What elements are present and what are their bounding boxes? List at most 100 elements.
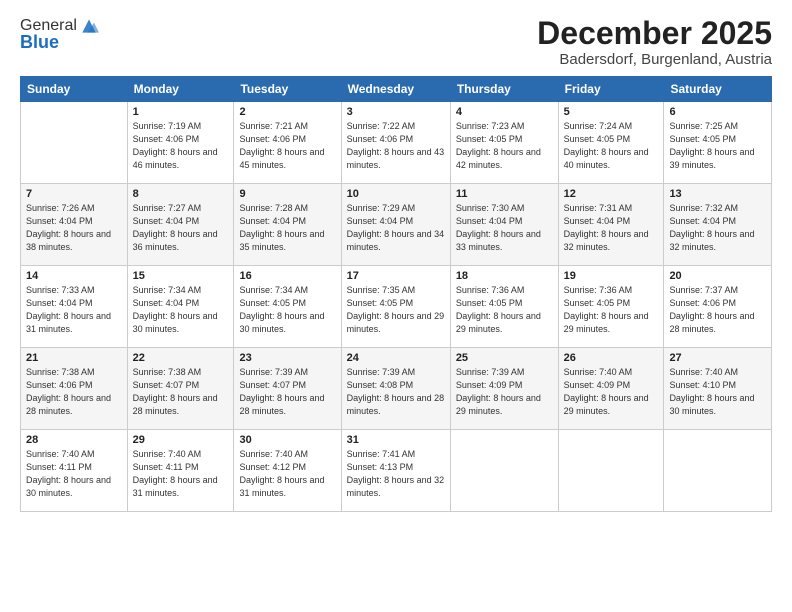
day-number: 21 [26,352,122,364]
day-number: 20 [669,270,766,282]
day-number: 11 [456,188,553,200]
day-detail: Sunrise: 7:41 AM Sunset: 4:13 PM Dayligh… [347,448,445,500]
logo-icon [79,16,99,36]
day-number: 2 [239,106,335,118]
day-number: 15 [133,270,229,282]
day-header-friday: Friday [558,77,664,102]
day-number: 28 [26,434,122,446]
day-detail: Sunrise: 7:24 AM Sunset: 4:05 PM Dayligh… [564,120,659,172]
calendar-table: SundayMondayTuesdayWednesdayThursdayFrid… [20,76,772,512]
day-cell: 7Sunrise: 7:26 AM Sunset: 4:04 PM Daylig… [21,184,128,266]
day-number: 10 [347,188,445,200]
day-cell: 18 Sunrise: 7:36 AM Sunset: 4:05 PM Dayli… [450,266,558,348]
day-header-tuesday: Tuesday [234,77,341,102]
day-cell [664,430,772,512]
day-detail: Sunrise: 7:28 AM Sunset: 4:04 PM Dayligh… [239,202,335,254]
day-detail: Sunrise: 7:39 AM Sunset: 4:07 PM Dayligh… [239,366,335,418]
day-cell: 19Sunrise: 7:36 AM Sunset: 4:05 PM Dayli… [558,266,664,348]
day-cell: 13 Sunrise: 7:32 AM Sunset: 4:04 PM Dayli… [664,184,772,266]
week-row-5: 28 Sunrise: 7:40 AM Sunset: 4:11 PM Dayli… [21,430,772,512]
title-block: December 2025 Badersdorf, Burgenland, Au… [537,16,772,68]
day-number: 25 [456,352,553,364]
day-number: 31 [347,434,445,446]
day-cell: 5 Sunrise: 7:24 AM Sunset: 4:05 PM Daylig… [558,102,664,184]
day-cell: 11 Sunrise: 7:30 AM Sunset: 4:04 PM Dayli… [450,184,558,266]
day-number: 4 [456,106,553,118]
day-cell: 30 Sunrise: 7:40 AM Sunset: 4:12 PM Dayli… [234,430,341,512]
calendar-page: General Blue December 2025 Badersdorf, B… [0,0,792,612]
day-detail: Sunrise: 7:21 AM Sunset: 4:06 PM Dayligh… [239,120,335,172]
day-cell [558,430,664,512]
day-detail: Sunrise: 7:26 AM Sunset: 4:04 PM Dayligh… [26,202,122,254]
month-title: December 2025 [537,16,772,51]
day-cell: 22 Sunrise: 7:38 AM Sunset: 4:07 PM Dayli… [127,348,234,430]
day-detail: Sunrise: 7:34 AM Sunset: 4:05 PM Dayligh… [239,284,335,336]
day-cell [21,102,128,184]
day-cell: 31 Sunrise: 7:41 AM Sunset: 4:13 PM Dayli… [341,430,450,512]
day-cell: 20Sunrise: 7:37 AM Sunset: 4:06 PM Dayli… [664,266,772,348]
week-row-1: 1 Sunrise: 7:19 AM Sunset: 4:06 PM Daylig… [21,102,772,184]
day-detail: Sunrise: 7:19 AM Sunset: 4:06 PM Dayligh… [133,120,229,172]
day-detail: Sunrise: 7:30 AM Sunset: 4:04 PM Dayligh… [456,202,553,254]
day-number: 8 [133,188,229,200]
day-cell: 26 Sunrise: 7:40 AM Sunset: 4:09 PM Dayli… [558,348,664,430]
day-number: 5 [564,106,659,118]
day-cell: 25 Sunrise: 7:39 AM Sunset: 4:09 PM Dayli… [450,348,558,430]
day-number: 14 [26,270,122,282]
day-detail: Sunrise: 7:31 AM Sunset: 4:04 PM Dayligh… [564,202,659,254]
day-header-saturday: Saturday [664,77,772,102]
location: Badersdorf, Burgenland, Austria [537,51,772,68]
day-cell: 14 Sunrise: 7:33 AM Sunset: 4:04 PM Dayli… [21,266,128,348]
day-cell: 10Sunrise: 7:29 AM Sunset: 4:04 PM Dayli… [341,184,450,266]
day-header-monday: Monday [127,77,234,102]
day-cell: 3Sunrise: 7:22 AM Sunset: 4:06 PM Daylig… [341,102,450,184]
day-detail: Sunrise: 7:39 AM Sunset: 4:09 PM Dayligh… [456,366,553,418]
day-detail: Sunrise: 7:35 AM Sunset: 4:05 PM Dayligh… [347,284,445,336]
day-number: 22 [133,352,229,364]
day-cell: 29 Sunrise: 7:40 AM Sunset: 4:11 PM Dayli… [127,430,234,512]
day-cell: 15Sunrise: 7:34 AM Sunset: 4:04 PM Dayli… [127,266,234,348]
day-detail: Sunrise: 7:40 AM Sunset: 4:10 PM Dayligh… [669,366,766,418]
day-detail: Sunrise: 7:23 AM Sunset: 4:05 PM Dayligh… [456,120,553,172]
day-header-sunday: Sunday [21,77,128,102]
day-number: 17 [347,270,445,282]
day-cell [450,430,558,512]
day-number: 18 [456,270,553,282]
day-cell: 9 Sunrise: 7:28 AM Sunset: 4:04 PM Daylig… [234,184,341,266]
day-cell: 28 Sunrise: 7:40 AM Sunset: 4:11 PM Dayli… [21,430,128,512]
day-detail: Sunrise: 7:40 AM Sunset: 4:11 PM Dayligh… [26,448,122,500]
day-cell: 17 Sunrise: 7:35 AM Sunset: 4:05 PM Dayli… [341,266,450,348]
day-detail: Sunrise: 7:40 AM Sunset: 4:09 PM Dayligh… [564,366,659,418]
day-number: 16 [239,270,335,282]
week-row-4: 21 Sunrise: 7:38 AM Sunset: 4:06 PM Dayli… [21,348,772,430]
day-detail: Sunrise: 7:32 AM Sunset: 4:04 PM Dayligh… [669,202,766,254]
day-number: 26 [564,352,659,364]
day-number: 9 [239,188,335,200]
day-cell: 2 Sunrise: 7:21 AM Sunset: 4:06 PM Daylig… [234,102,341,184]
day-cell: 16 Sunrise: 7:34 AM Sunset: 4:05 PM Dayli… [234,266,341,348]
day-number: 12 [564,188,659,200]
week-row-3: 14 Sunrise: 7:33 AM Sunset: 4:04 PM Dayli… [21,266,772,348]
day-number: 1 [133,106,229,118]
day-cell: 27Sunrise: 7:40 AM Sunset: 4:10 PM Dayli… [664,348,772,430]
day-cell: 8Sunrise: 7:27 AM Sunset: 4:04 PM Daylig… [127,184,234,266]
day-detail: Sunrise: 7:36 AM Sunset: 4:05 PM Dayligh… [564,284,659,336]
day-detail: Sunrise: 7:40 AM Sunset: 4:12 PM Dayligh… [239,448,335,500]
day-cell: 21 Sunrise: 7:38 AM Sunset: 4:06 PM Dayli… [21,348,128,430]
day-number: 24 [347,352,445,364]
header-row: SundayMondayTuesdayWednesdayThursdayFrid… [21,77,772,102]
day-detail: Sunrise: 7:38 AM Sunset: 4:06 PM Dayligh… [26,366,122,418]
day-number: 13 [669,188,766,200]
day-cell: 23Sunrise: 7:39 AM Sunset: 4:07 PM Dayli… [234,348,341,430]
day-cell: 4 Sunrise: 7:23 AM Sunset: 4:05 PM Daylig… [450,102,558,184]
day-detail: Sunrise: 7:39 AM Sunset: 4:08 PM Dayligh… [347,366,445,418]
day-number: 29 [133,434,229,446]
logo: General Blue [20,16,99,53]
day-detail: Sunrise: 7:40 AM Sunset: 4:11 PM Dayligh… [133,448,229,500]
day-detail: Sunrise: 7:38 AM Sunset: 4:07 PM Dayligh… [133,366,229,418]
day-detail: Sunrise: 7:36 AM Sunset: 4:05 PM Dayligh… [456,284,553,336]
day-cell: 1 Sunrise: 7:19 AM Sunset: 4:06 PM Daylig… [127,102,234,184]
day-number: 30 [239,434,335,446]
day-detail: Sunrise: 7:33 AM Sunset: 4:04 PM Dayligh… [26,284,122,336]
day-detail: Sunrise: 7:25 AM Sunset: 4:05 PM Dayligh… [669,120,766,172]
